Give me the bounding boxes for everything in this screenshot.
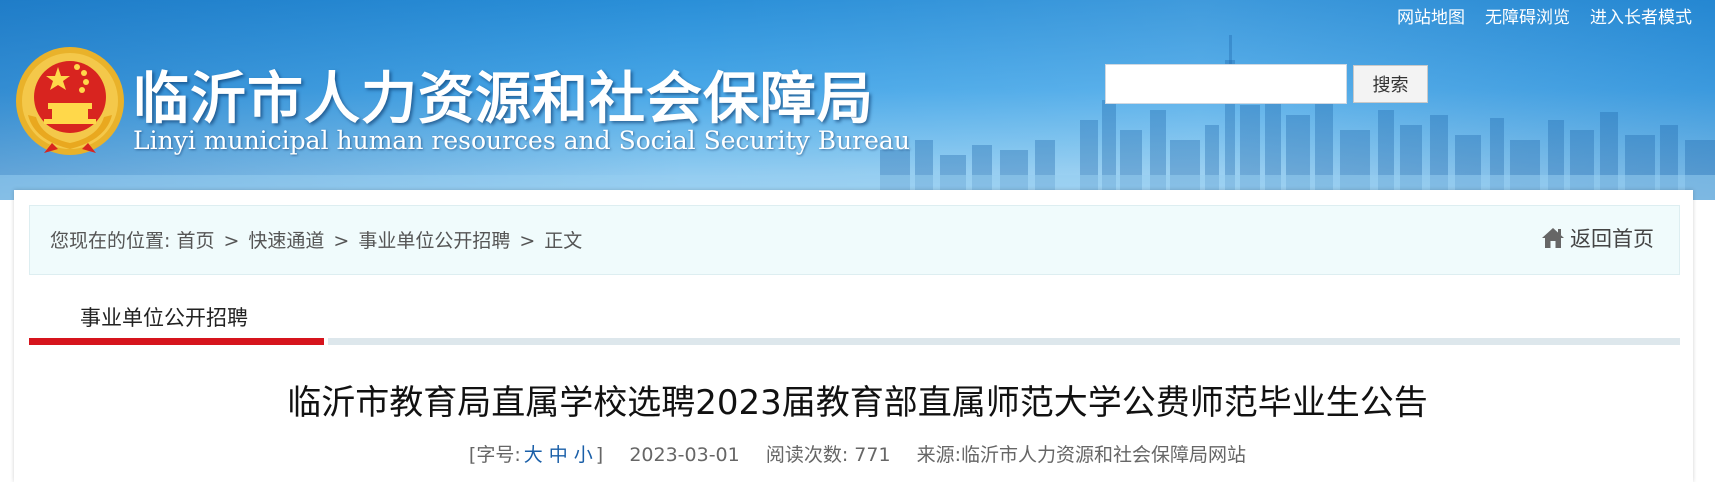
views-label: 阅读次数: <box>765 444 849 466</box>
font-size-small-button[interactable]: 小 <box>574 444 593 466</box>
breadcrumb: 您现在的位置: 首页 > 快速通道 > 事业单位公开招聘 > 正文 <box>50 226 582 253</box>
article-meta: [字号: 大中小] 2023-03-01 阅读次数: 771 来源:临沂市人力资源… <box>0 440 1715 467</box>
breadcrumb-separator: > <box>519 230 536 252</box>
site-title-english: Linyi municipal human resources and Soci… <box>133 126 910 155</box>
search-input[interactable] <box>1105 64 1347 104</box>
publish-date: 2023-03-01 <box>629 444 740 466</box>
sitemap-link[interactable]: 网站地图 <box>1397 3 1465 28</box>
breadcrumb-item-recruitment[interactable]: 事业单位公开招聘 <box>358 230 510 252</box>
section-divider <box>328 338 1680 345</box>
font-size-label-open: [字号: <box>468 444 521 466</box>
source-label: 来源: <box>916 444 962 466</box>
source-value: 临沂市人力资源和社会保障局网站 <box>961 444 1247 466</box>
breadcrumb-item-home[interactable]: 首页 <box>176 230 214 252</box>
return-home-label: 返回首页 <box>1570 227 1654 251</box>
font-size-large-button[interactable]: 大 <box>524 444 543 466</box>
section-tab-label[interactable]: 事业单位公开招聘 <box>80 302 248 332</box>
breadcrumb-prefix: 您现在的位置: <box>50 230 171 252</box>
breadcrumb-separator: > <box>223 230 240 252</box>
article-title: 临沂市教育局直属学校选聘2023届教育部直属师范大学公费师范毕业生公告 <box>287 383 1428 423</box>
breadcrumb-item-current: 正文 <box>544 230 583 252</box>
national-emblem-icon <box>16 47 124 155</box>
breadcrumb-item-quick-access[interactable]: 快速通道 <box>248 230 324 252</box>
font-size-medium-button[interactable]: 中 <box>549 444 568 466</box>
views-count: 771 <box>854 444 891 466</box>
site-title: 临沂市人力资源和社会保障局 <box>133 67 874 132</box>
section-tab-underline <box>29 338 324 345</box>
breadcrumb-separator: > <box>333 230 350 252</box>
accessibility-link[interactable]: 无障碍浏览 <box>1485 3 1570 28</box>
elder-mode-link[interactable]: 进入长者模式 <box>1590 3 1692 28</box>
search-button[interactable]: 搜索 <box>1353 65 1428 103</box>
top-links: 网站地图 无障碍浏览 进入长者模式 <box>1397 3 1692 28</box>
return-home-link[interactable]: 返回首页 <box>1540 223 1654 253</box>
home-icon <box>1542 228 1564 248</box>
font-size-label-close: ] <box>595 444 604 466</box>
